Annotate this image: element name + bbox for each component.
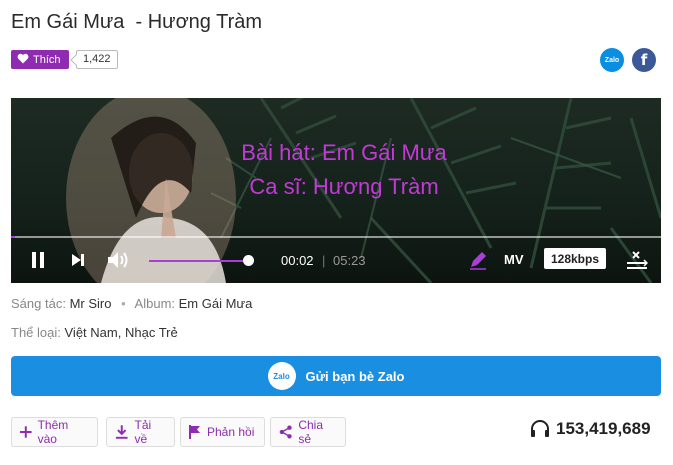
duration: 05:23: [333, 253, 366, 268]
album-label: Album:: [134, 296, 176, 311]
add-label: Thêm vào: [37, 418, 69, 446]
listen-count-value: 153,419,689: [556, 419, 651, 438]
quality-selector[interactable]: 128kbps: [544, 248, 606, 269]
volume-slider[interactable]: [149, 260, 249, 262]
add-to-playlist-button[interactable]: Thêm vào: [11, 417, 98, 447]
mini-player-button[interactable]: [624, 248, 650, 272]
zalo-share-icon[interactable]: Zalo: [600, 48, 624, 72]
facebook-share-icon[interactable]: f: [632, 48, 656, 72]
send-zalo-label: Gửi bạn bè Zalo: [305, 368, 405, 384]
volume-icon: [108, 252, 128, 268]
headphones-icon: [531, 420, 549, 437]
feedback-label: Phản hồi: [207, 425, 255, 439]
feedback-button[interactable]: Phản hồi: [180, 417, 265, 447]
plus-icon: [20, 426, 32, 438]
like-button[interactable]: Thích: [11, 50, 69, 69]
zalo-icon: Zalo: [267, 362, 296, 390]
progress-bar[interactable]: [11, 236, 661, 238]
next-button[interactable]: [67, 248, 89, 272]
heart-icon: [17, 53, 29, 67]
audio-player: Bài hát: Em Gái Mưa Ca sĩ: Hương Tràm 00…: [11, 98, 661, 283]
share-label: Chia sẻ: [298, 418, 323, 446]
listen-count: 153,419,689: [530, 419, 651, 439]
download-icon: [115, 425, 128, 439]
send-zalo-button[interactable]: Zalo Gửi bạn bè Zalo: [11, 356, 661, 396]
pen-icon: [470, 252, 486, 270]
song-title: Em Gái Mưa - Hương Tràm: [11, 11, 263, 33]
genre-link-nhac-tre[interactable]: Nhạc Trẻ: [125, 325, 178, 340]
time-separator: |: [322, 253, 326, 268]
album-link[interactable]: Em Gái Mưa: [179, 296, 253, 311]
lyric-line-artist: Ca sĩ: Hương Tràm: [249, 174, 439, 199]
download-button[interactable]: Tải về: [106, 417, 175, 447]
current-time: 00:02: [281, 253, 314, 268]
genre-link-vietnam[interactable]: Việt Nam: [65, 325, 118, 340]
volume-button[interactable]: [105, 248, 131, 272]
share-button[interactable]: Chia sẻ: [270, 417, 346, 447]
lyrics-button[interactable]: [466, 248, 490, 272]
lyric-line-song: Bài hát: Em Gái Mưa: [241, 140, 447, 165]
pause-button[interactable]: [25, 248, 51, 272]
like-count: 1,422: [76, 50, 118, 69]
download-label: Tải về: [134, 418, 152, 446]
flag-icon: [189, 425, 200, 439]
meta-genre: Thể loại: Việt Nam, Nhạc Trẻ: [11, 325, 178, 340]
share-icon: [279, 425, 292, 439]
meta-composer-album: Sáng tác: Mr Siro • Album: Em Gái Mưa: [11, 296, 253, 311]
like-label: Thích: [33, 53, 61, 66]
composer-link[interactable]: Mr Siro: [70, 296, 112, 311]
mv-button[interactable]: MV: [504, 252, 524, 267]
volume-handle[interactable]: [243, 255, 254, 266]
pause-icon: [32, 252, 44, 268]
genre-label: Thể loại:: [11, 325, 61, 340]
minimize-player-icon: [627, 251, 648, 269]
composer-label: Sáng tác:: [11, 296, 66, 311]
next-icon: [72, 254, 84, 266]
